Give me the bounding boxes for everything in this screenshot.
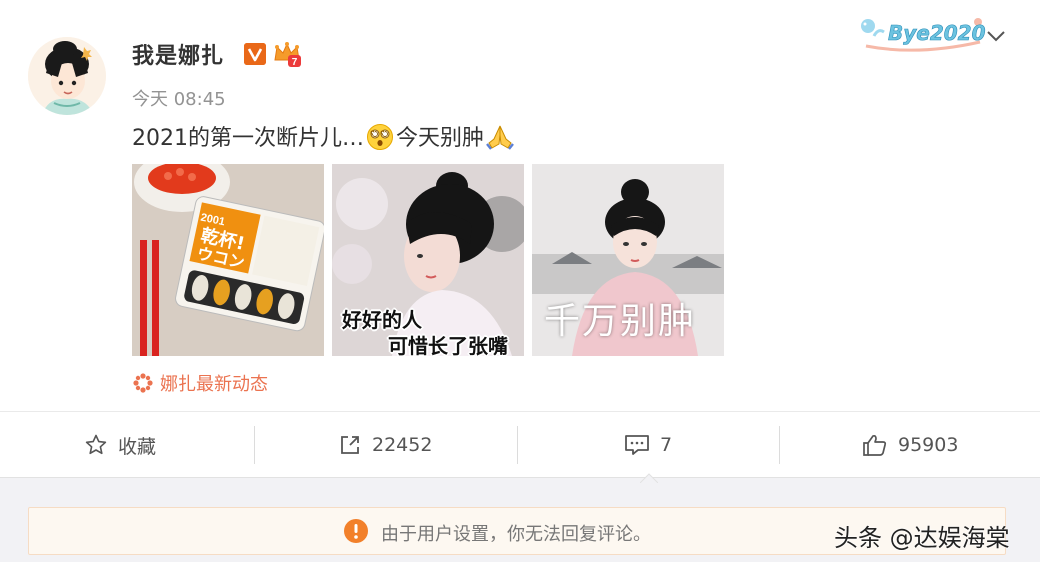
comment-pointer-icon — [639, 468, 659, 484]
like-button[interactable]: 95903 — [862, 430, 958, 460]
repost-button[interactable]: 22452 — [338, 430, 432, 460]
chevron-down-icon[interactable] — [986, 28, 1006, 42]
meme-caption-line2: 可惜长了张嘴 — [388, 334, 508, 356]
super-topic-flower-icon — [132, 372, 154, 394]
action-separator — [517, 426, 518, 464]
avatar[interactable] — [28, 37, 106, 115]
post-image-1[interactable]: 2001 乾杯! ウコン — [132, 164, 324, 356]
crown-level: 7 — [292, 57, 298, 68]
post-image-2[interactable]: 好好的人 可惜长了张嘴 — [332, 164, 524, 356]
bye2020-text: Bye2020 — [888, 21, 986, 45]
weibo-post-card: 我是娜扎 7 今天 08:45 2021的第一次断片儿… 今天别肿 Bye202… — [0, 0, 1040, 478]
comment-icon — [625, 435, 649, 455]
bye2020-decoration: Bye2020 — [858, 12, 988, 56]
repost-count: 22452 — [372, 434, 433, 456]
praying-hands-emoji-icon — [485, 123, 515, 151]
action-separator — [779, 426, 780, 464]
favorite-label: 收藏 — [118, 435, 157, 458]
post-text-part2: 今天别肿 — [396, 126, 485, 151]
comment-button[interactable]: 7 — [624, 430, 672, 460]
source-label: 娜扎最新动态 — [160, 374, 268, 395]
post-text-part1: 2021的第一次断片儿… — [132, 126, 364, 151]
thumbs-up-icon — [863, 434, 887, 456]
verified-badge-icon — [244, 43, 266, 65]
favorite-button[interactable]: 收藏 — [84, 430, 156, 460]
notice-text: 由于用户设置，你无法回复评论。 — [381, 524, 651, 545]
meme-caption: 千万别肿 — [544, 301, 697, 342]
like-count: 95903 — [898, 434, 959, 456]
meme-caption-line1: 好好的人 — [342, 308, 422, 332]
action-separator — [254, 426, 255, 464]
comment-count: 7 — [660, 434, 673, 456]
post-time[interactable]: 今天 08:45 — [132, 85, 226, 111]
post-text: 2021的第一次断片儿… 今天别肿 — [132, 120, 516, 152]
post-image-3[interactable]: 千万别肿 — [532, 164, 724, 356]
dizzy-face-emoji-icon — [365, 123, 395, 151]
warning-icon — [343, 518, 369, 544]
star-icon — [85, 434, 107, 455]
member-crown-icon[interactable]: 7 — [272, 40, 302, 68]
source-link[interactable]: 娜扎最新动态 — [132, 370, 268, 396]
share-icon — [341, 436, 359, 454]
divider — [0, 411, 1040, 412]
username[interactable]: 我是娜扎 — [132, 38, 224, 70]
watermark: 头条 @达娱海棠 — [834, 524, 1010, 552]
